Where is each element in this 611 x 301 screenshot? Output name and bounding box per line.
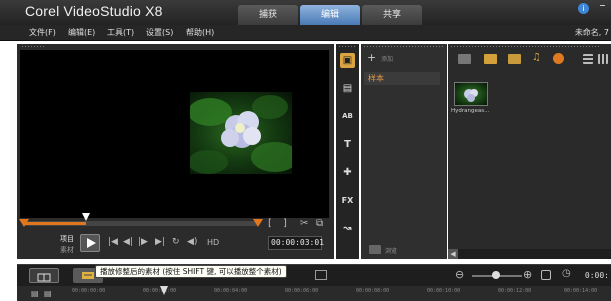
library-content: ♫ Hydrangeas... ◀ xyxy=(448,44,611,259)
scrub-progress xyxy=(23,222,86,225)
go-to-end-icon[interactable]: ▶| xyxy=(155,237,165,247)
minimize-button[interactable]: – xyxy=(594,0,611,12)
app-title: Corel VideoStudio X8 xyxy=(25,3,163,19)
timecode-field[interactable]: 00:00:03:01 xyxy=(268,236,324,250)
volume-icon[interactable]: ◀) xyxy=(187,237,197,247)
library-nav-header: + 添加 xyxy=(361,50,447,66)
show-audio-icon[interactable]: ♫ xyxy=(532,52,545,63)
trim-marker-out[interactable] xyxy=(253,219,263,227)
preview-frame xyxy=(188,92,299,174)
media-thumbnail[interactable] xyxy=(454,82,488,106)
ruler-tick: 00:00:06:00 xyxy=(285,288,319,294)
library-navigation: + 添加 样本 浏览 xyxy=(361,44,447,259)
mark-out-button[interactable]: ] xyxy=(283,218,287,229)
instant-project-icon[interactable]: ▤ xyxy=(340,81,355,96)
add-icon[interactable]: + xyxy=(367,51,376,64)
ruler-tick: 00:00:00:00 xyxy=(72,288,106,294)
help-icon[interactable]: i xyxy=(578,3,589,14)
timeline-ruler[interactable]: ▤ ▤ 00:00:00:00 00:00:02:00 00:00:04:00 … xyxy=(17,286,611,301)
clock-icon: ◷ xyxy=(562,268,571,279)
workspace-tabs: 捕获 编辑 共享 xyxy=(238,5,424,25)
ruler-tick: 00:00:08:00 xyxy=(356,288,390,294)
storyboard-view-icon xyxy=(37,273,51,282)
zoom-out-icon[interactable]: ⊖ xyxy=(455,268,464,281)
show-videos-icon[interactable] xyxy=(484,54,497,64)
mode-clip[interactable]: 素材 xyxy=(60,245,74,255)
previous-frame-icon[interactable]: ◀| xyxy=(123,237,133,247)
fit-project-icon[interactable] xyxy=(541,270,551,280)
list-view-icon[interactable] xyxy=(583,54,593,64)
ruler-tick: 00:00:02:00 xyxy=(143,288,177,294)
media-thumbnail-label: Hydrangeas... xyxy=(451,108,490,114)
storyboard-view-button[interactable] xyxy=(29,268,59,283)
preview-window xyxy=(20,50,329,218)
filter-icon[interactable]: FX xyxy=(340,193,355,208)
import-media-icon[interactable] xyxy=(553,53,564,64)
menu-tools[interactable]: 工具(T) xyxy=(107,27,134,38)
graphic-icon[interactable]: ✚ xyxy=(340,165,355,180)
mode-project[interactable]: 项目 xyxy=(60,234,74,244)
ruler-tick: 00:00:14:00 xyxy=(564,288,598,294)
thumbnail-view-icon[interactable] xyxy=(598,54,608,64)
library-category-toolbar: ▣ ▤ AB T ✚ FX ↝ xyxy=(336,44,359,259)
enlarge-preview-icon[interactable]: ⧉ xyxy=(316,218,323,229)
ruler-tick: 00:00:10:00 xyxy=(427,288,461,294)
folder-icon[interactable] xyxy=(458,54,471,64)
show-photos-icon[interactable] xyxy=(508,54,521,64)
tab-edit[interactable]: 编辑 xyxy=(300,5,360,25)
title-bar: Corel VideoStudio X8 捕获 编辑 共享 i – xyxy=(0,0,611,25)
go-to-start-icon[interactable]: |◀ xyxy=(108,237,118,247)
transition-icon[interactable]: AB xyxy=(340,109,355,124)
menu-bar: 文件(F) 编辑(E) 工具(T) 设置(S) 帮助(H) 未命名, 7 xyxy=(0,25,611,41)
menu-settings[interactable]: 设置(S) xyxy=(146,27,173,38)
play-button-tooltip: 播放修整后的素材 (按住 SHIFT 键, 可以播放整个素材) xyxy=(95,265,287,278)
title-safe-icon[interactable] xyxy=(315,270,327,280)
next-frame-icon[interactable]: |▶ xyxy=(138,237,148,247)
zoom-slider-handle[interactable] xyxy=(492,271,500,279)
split-clip-icon[interactable]: ✂ xyxy=(300,218,308,229)
library-filter-bar: ♫ xyxy=(448,50,611,68)
browse-label[interactable]: 浏览 xyxy=(385,246,397,255)
media-icon[interactable]: ▣ xyxy=(340,53,355,68)
hydrangea-thumbnail-image xyxy=(464,89,478,102)
ruler-tick: 00:00:12:00 xyxy=(498,288,532,294)
hydrangea-flower-image xyxy=(188,95,299,174)
path-icon[interactable]: ↝ xyxy=(340,221,355,236)
trim-marker-in[interactable] xyxy=(19,219,29,227)
menu-edit[interactable]: 编辑(E) xyxy=(68,27,95,38)
tab-share[interactable]: 共享 xyxy=(362,5,422,25)
library-folder-samples[interactable]: 样本 xyxy=(364,72,440,85)
panel-grip[interactable] xyxy=(21,45,45,48)
chapter-point-icon[interactable]: ▤ xyxy=(44,289,52,298)
timeline-duration: 0:00: xyxy=(584,271,609,280)
scroll-left-icon[interactable]: ◀ xyxy=(448,249,458,259)
add-label[interactable]: 添加 xyxy=(381,54,393,63)
browse-folder-icon[interactable] xyxy=(369,245,381,254)
hd-preview-toggle[interactable]: HD xyxy=(207,238,219,247)
menu-help[interactable]: 帮助(H) xyxy=(186,27,214,38)
tab-capture[interactable]: 捕获 xyxy=(238,5,298,25)
project-name: 未命名, 7 xyxy=(574,28,609,37)
zoom-in-icon[interactable]: ⊕ xyxy=(523,268,532,281)
library-horizontal-scrollbar[interactable]: ◀ xyxy=(448,249,611,259)
title-icon[interactable]: T xyxy=(340,137,355,152)
play-button[interactable] xyxy=(80,234,100,252)
panel-grip[interactable] xyxy=(338,45,356,48)
repeat-icon[interactable]: ↻ xyxy=(172,237,180,247)
ruler-tick: 00:00:04:00 xyxy=(214,288,248,294)
track-manager-icon[interactable]: ▤ xyxy=(31,289,39,298)
player-panel: [ ] ✂ ⧉ 项目 素材 |◀ ◀| |▶ ▶| ↻ ◀) HD 00:00:… xyxy=(17,44,334,259)
panel-grip[interactable] xyxy=(363,45,443,48)
menu-file[interactable]: 文件(F) xyxy=(29,27,56,38)
mark-in-button[interactable]: [ xyxy=(268,218,272,229)
panel-grip[interactable] xyxy=(450,45,600,48)
